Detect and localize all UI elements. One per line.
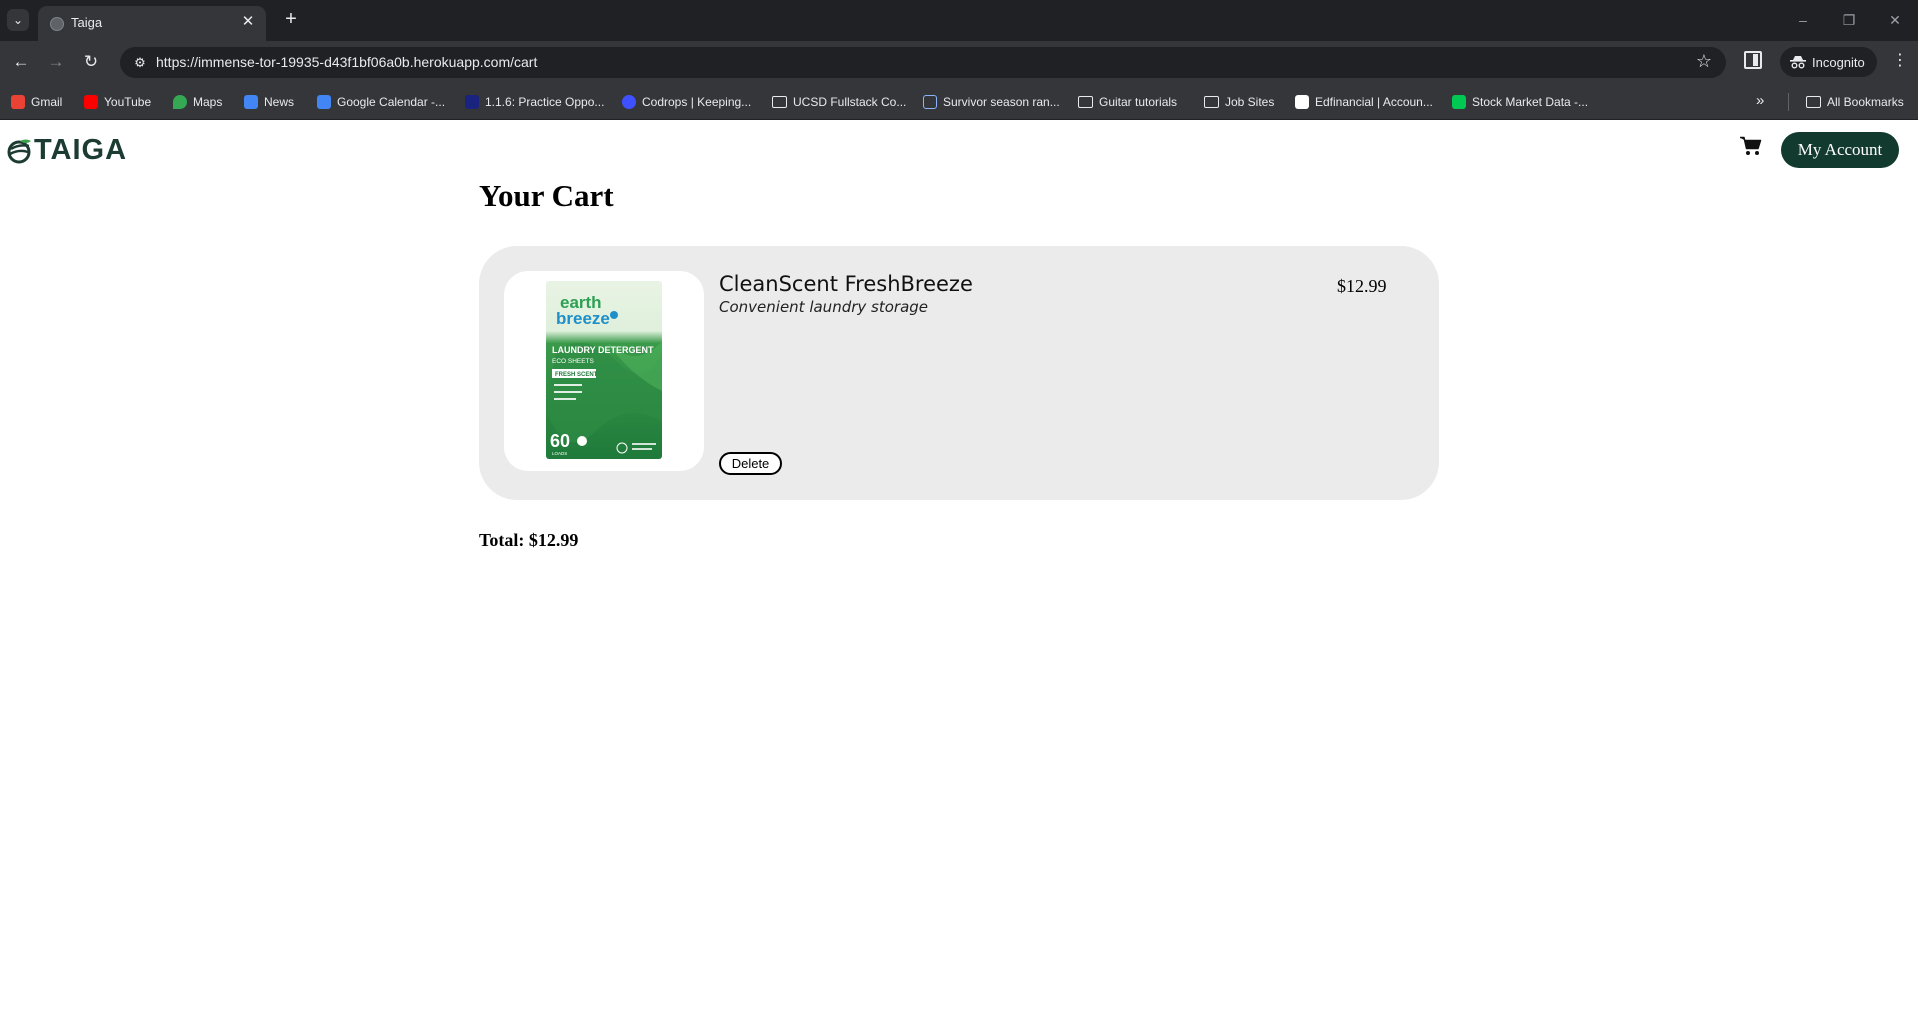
bookmark-job-sites[interactable]: Job Sites bbox=[1204, 92, 1274, 112]
bookmark-practice[interactable]: 1.1.6: Practice Oppo... bbox=[465, 92, 604, 112]
more-bookmarks-icon[interactable]: » bbox=[1756, 92, 1764, 109]
cart-icon bbox=[1740, 136, 1762, 155]
sheets-icon bbox=[923, 95, 937, 109]
globe-icon bbox=[50, 17, 64, 31]
bookmark-stock-market[interactable]: Stock Market Data -... bbox=[1452, 92, 1588, 112]
product-image[interactable]: earth breeze LAUNDRY DETERGENT ECO SHEET… bbox=[504, 271, 704, 471]
taiga-logo[interactable]: TAIGA bbox=[6, 134, 127, 167]
bookmark-gmail[interactable]: Gmail bbox=[11, 92, 62, 112]
gmail-icon bbox=[11, 95, 25, 109]
maps-icon bbox=[173, 95, 187, 109]
bookmark-edfinancial[interactable]: Edfinancial | Accoun... bbox=[1295, 92, 1433, 112]
bookmark-ucsd-fullstack[interactable]: UCSD Fullstack Co... bbox=[772, 92, 906, 112]
bookmarks-bar: Gmail YouTube Maps News Google Calendar … bbox=[0, 83, 1918, 120]
bookmark-youtube[interactable]: YouTube bbox=[84, 92, 151, 112]
leaf-globe-icon bbox=[7, 139, 31, 163]
package-count: 60 bbox=[550, 431, 570, 451]
reload-icon[interactable]: ↻ bbox=[79, 50, 103, 74]
codrops-icon bbox=[622, 95, 636, 109]
folder-icon bbox=[1806, 96, 1821, 108]
window-close-icon[interactable]: ✕ bbox=[1880, 8, 1910, 32]
tab-search-icon[interactable]: ⌄ bbox=[7, 9, 29, 31]
cart-button[interactable] bbox=[1740, 136, 1764, 158]
side-panel-icon[interactable] bbox=[1744, 51, 1762, 69]
cart-item: earth breeze LAUNDRY DETERGENT ECO SHEET… bbox=[479, 246, 1439, 500]
bookmark-google-calendar[interactable]: Google Calendar -... bbox=[317, 92, 445, 112]
product-price: $12.99 bbox=[1337, 276, 1387, 296]
close-icon[interactable]: ✕ bbox=[239, 13, 257, 31]
restore-icon[interactable]: ❐ bbox=[1834, 8, 1864, 32]
address-bar[interactable]: ⚙ https://immense-tor-19935-d43f1bf06a0b… bbox=[120, 47, 1726, 78]
page-title: Your Cart bbox=[479, 178, 614, 213]
back-icon[interactable]: ← bbox=[9, 50, 33, 74]
more-menu-icon[interactable]: ⋮ bbox=[1890, 50, 1910, 70]
site-icon bbox=[465, 95, 479, 109]
bookmark-guitar-tutorials[interactable]: Guitar tutorials bbox=[1078, 92, 1177, 112]
tab-title: Taiga bbox=[71, 15, 103, 30]
calendar-icon bbox=[317, 95, 331, 109]
bookmark-codrops[interactable]: Codrops | Keeping... bbox=[622, 92, 751, 112]
url-text[interactable]: https://immense-tor-19935-d43f1bf06a0b.h… bbox=[156, 54, 537, 70]
tab-taiga[interactable]: Taiga ✕ bbox=[38, 6, 266, 41]
package-product-line2: ECO SHEETS bbox=[552, 358, 595, 365]
bookmarks-divider bbox=[1788, 93, 1789, 111]
product-package-image: earth breeze LAUNDRY DETERGENT ECO SHEET… bbox=[546, 281, 662, 459]
bookmark-star-icon[interactable]: ☆ bbox=[1696, 51, 1712, 72]
page-content: TAIGA My Account Your Cart earth breeze … bbox=[0, 120, 1918, 1032]
stock-icon bbox=[1452, 95, 1466, 109]
package-count-unit: LOADS bbox=[552, 451, 567, 456]
incognito-badge[interactable]: Incognito bbox=[1780, 47, 1877, 77]
my-account-button[interactable]: My Account bbox=[1781, 132, 1899, 168]
package-scent: FRESH SCENT bbox=[555, 372, 598, 378]
bookmark-maps[interactable]: Maps bbox=[173, 92, 222, 112]
news-icon bbox=[244, 95, 258, 109]
logo-text: TAIGA bbox=[34, 134, 128, 166]
forward-icon[interactable]: → bbox=[44, 50, 68, 74]
incognito-icon bbox=[1790, 56, 1806, 69]
cart-total: Total: $12.99 bbox=[479, 530, 579, 550]
edfinancial-icon bbox=[1295, 95, 1309, 109]
bookmark-survivor[interactable]: Survivor season ran... bbox=[923, 92, 1060, 112]
folder-icon bbox=[1204, 96, 1219, 108]
folder-icon bbox=[772, 96, 787, 108]
package-product-line1: LAUNDRY DETERGENT bbox=[552, 345, 654, 355]
folder-icon bbox=[1078, 96, 1093, 108]
all-bookmarks[interactable]: All Bookmarks bbox=[1806, 92, 1904, 112]
site-info-icon[interactable]: ⚙ bbox=[130, 53, 150, 73]
incognito-label: Incognito bbox=[1812, 54, 1865, 70]
product-description: Convenient laundry storage bbox=[719, 298, 929, 316]
package-brand-breeze: breeze bbox=[556, 309, 610, 328]
product-name: CleanScent FreshBreeze bbox=[719, 272, 973, 296]
delete-button[interactable]: Delete bbox=[719, 452, 782, 475]
new-tab-icon[interactable]: + bbox=[280, 8, 302, 30]
browser-toolbar: ← → ↻ ⚙ https://immense-tor-19935-d43f1b… bbox=[0, 41, 1918, 83]
bookmark-news[interactable]: News bbox=[244, 92, 294, 112]
youtube-icon bbox=[84, 95, 98, 109]
tab-strip: ⌄ Taiga ✕ + – ❐ ✕ bbox=[0, 0, 1918, 41]
minimize-icon[interactable]: – bbox=[1788, 8, 1818, 32]
